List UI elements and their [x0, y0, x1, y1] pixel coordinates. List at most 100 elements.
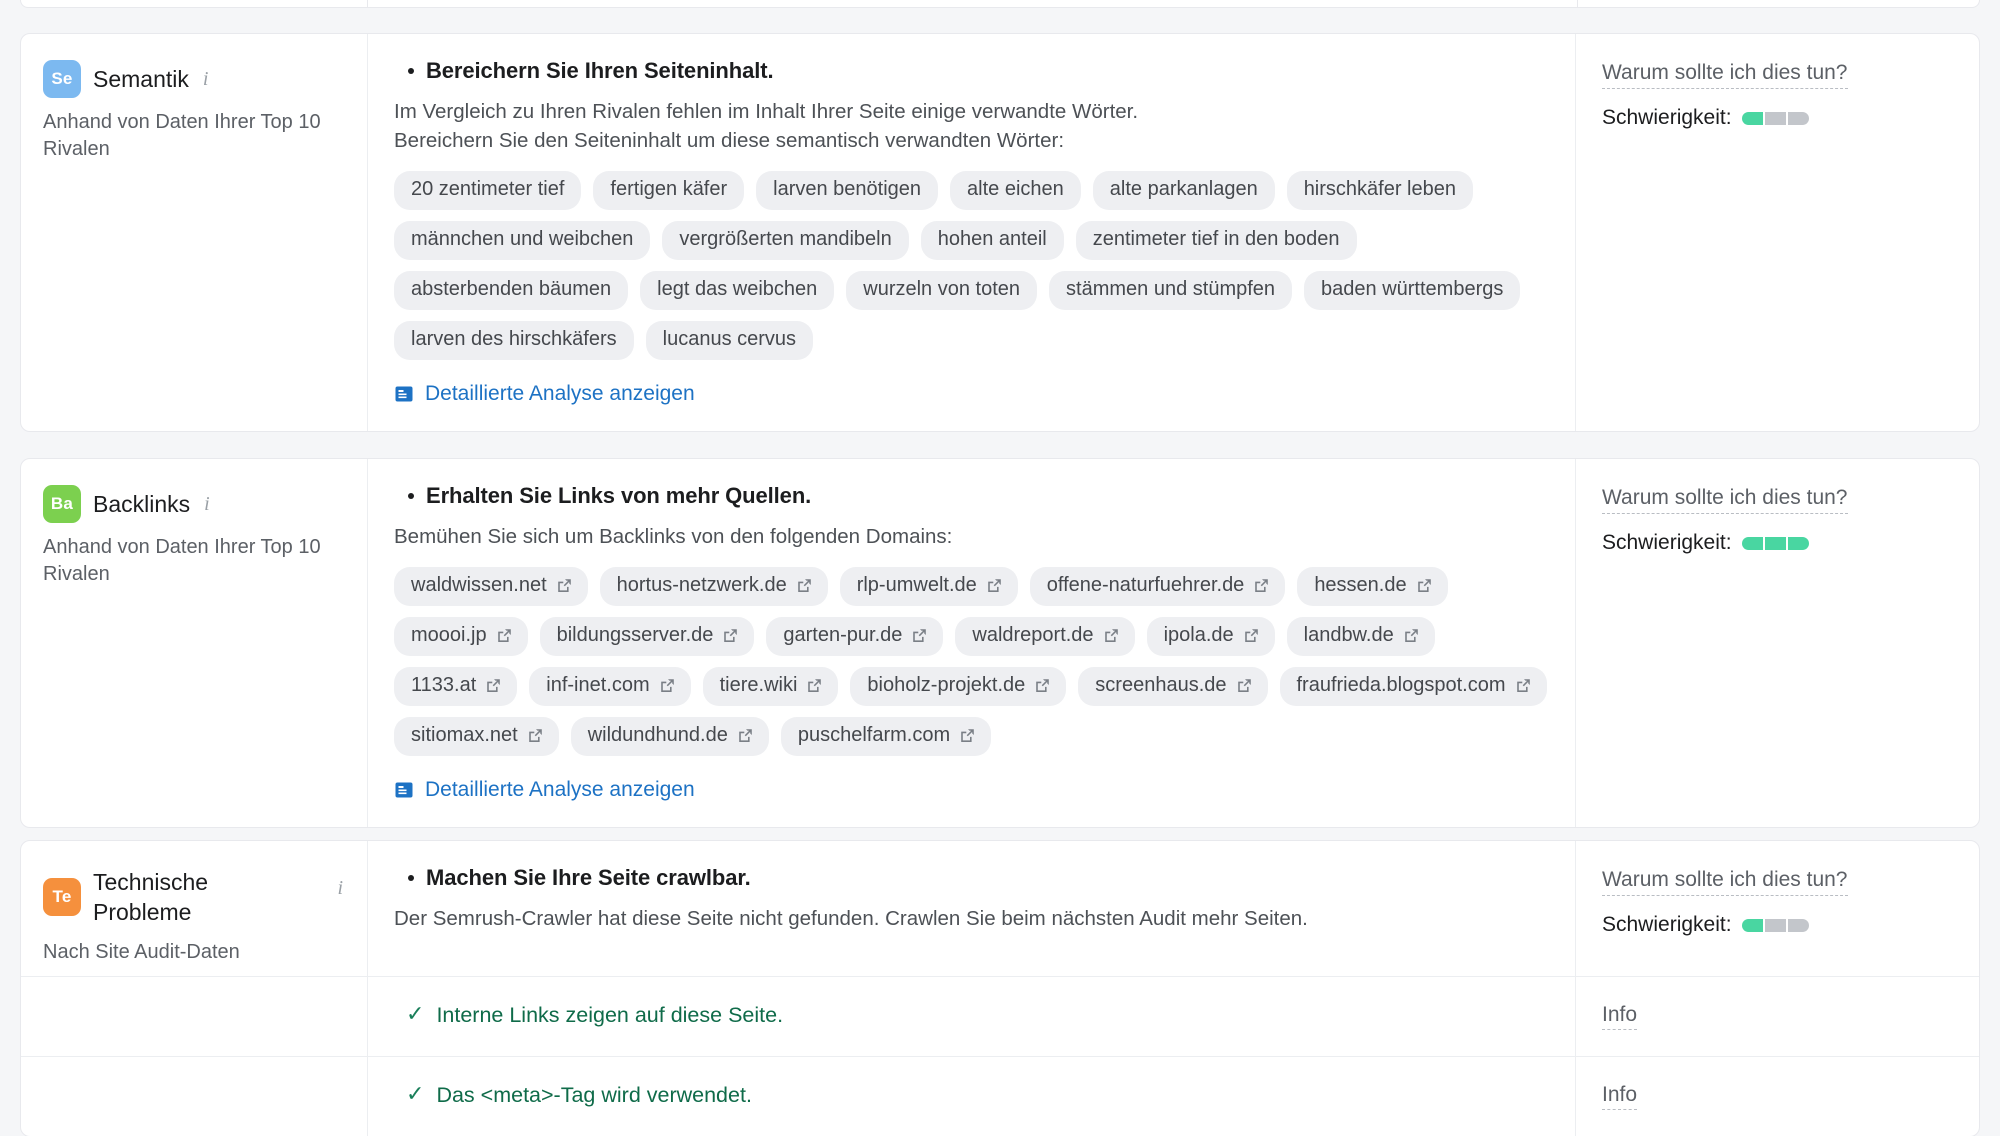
domain-tag[interactable]: puschelfarm.com: [780, 717, 992, 757]
domain-tag-label: inf-inet.com: [546, 674, 650, 697]
domain-tag-label: rlp-umwelt.de: [856, 574, 977, 597]
category-header: Ba Backlinks i: [43, 485, 343, 523]
domain-tag-label: offene-naturfuehrer.de: [1046, 574, 1245, 597]
recommendation-description: Der Semrush-Crawler hat diese Seite nich…: [394, 904, 1549, 933]
domain-tag[interactable]: landbw.de: [1286, 617, 1435, 657]
meta-column-backlinks: Warum sollte ich dies tun? Schwierigkeit…: [1575, 459, 1979, 828]
keyword-tag: larven benötigen: [756, 171, 939, 211]
keyword-tag: vergrößerten mandibeln: [662, 221, 909, 261]
card-row: Se Semantik i Anhand von Daten Ihrer Top…: [21, 34, 1979, 432]
external-link-icon: [961, 729, 974, 743]
domain-tag[interactable]: waldwissen.net: [394, 567, 588, 607]
domain-tag[interactable]: fraufrieda.blogspot.com: [1279, 667, 1547, 707]
section-card-technische-probleme: Te Technische Probleme Nach Site Audit-D…: [20, 840, 1980, 1136]
domain-tag[interactable]: sitiomax.net: [394, 717, 559, 757]
passed-check-row: ✓ Das <meta>-Tag wird verwendet.: [406, 1083, 1549, 1108]
detailed-analysis-link-backlinks[interactable]: Detaillierte Analyse anzeigen: [394, 778, 695, 802]
difficulty-label: Schwierigkeit:: [1602, 531, 1732, 555]
domain-tag[interactable]: inf-inet.com: [529, 667, 691, 707]
recommendation-content-technisch: Machen Sie Ihre Seite crawlbar. Der Semr…: [367, 841, 1575, 976]
why-link-semantik[interactable]: Warum sollte ich dies tun?: [1602, 60, 1848, 90]
keyword-tag: larven des hirschkäfers: [394, 321, 634, 361]
external-link-icon: [1104, 629, 1118, 643]
domain-tag[interactable]: wildundhund.de: [570, 717, 769, 757]
domain-tag[interactable]: garten-pur.de: [766, 617, 944, 657]
why-link-backlinks[interactable]: Warum sollte ich dies tun?: [1602, 485, 1848, 515]
external-link-icon: [1516, 679, 1530, 693]
document-icon: [395, 386, 413, 402]
bullet-icon: [408, 875, 414, 881]
domain-tag[interactable]: ipola.de: [1146, 617, 1275, 657]
keyword-tag: alte eichen: [950, 171, 1081, 211]
meta-column-check-1: Info: [1575, 976, 1979, 1056]
keyword-tag: hohen anteil: [920, 221, 1064, 261]
domain-tag[interactable]: 1133.at: [394, 667, 518, 707]
category-subtitle: Anhand von Daten Ihrer Top 10 Rivalen: [43, 536, 321, 585]
recommendation-content-semantik: Bereichern Sie Ihren Seiteninhalt. Im Ve…: [367, 34, 1575, 432]
why-link-technisch[interactable]: Warum sollte ich dies tun?: [1602, 867, 1848, 897]
domain-tag[interactable]: waldreport.de: [955, 617, 1135, 657]
category-badge-backlinks: Ba: [43, 485, 81, 523]
external-link-icon: [808, 679, 822, 693]
difficulty-segment: [1764, 111, 1786, 125]
domain-tag-label: waldreport.de: [972, 624, 1094, 647]
passed-check-row: ✓ Interne Links zeigen auf diese Seite.: [406, 1003, 1549, 1028]
recommendation-headline-row: Machen Sie Ihre Seite crawlbar.: [408, 865, 1549, 891]
category-title: Technische Probleme: [93, 869, 209, 926]
domain-tag-label: screenhaus.de: [1095, 674, 1227, 697]
info-link-check-1[interactable]: Info: [1602, 1003, 1638, 1030]
difficulty-segment: [1741, 918, 1763, 932]
recommendation-headline-row: Bereichern Sie Ihren Seiteninhalt.: [408, 58, 1549, 84]
external-link-icon: [660, 679, 674, 693]
description-line-1: Der Semrush-Crawler hat diese Seite nich…: [394, 907, 1308, 930]
domain-tag[interactable]: bioholz-projekt.de: [850, 667, 1067, 707]
domain-tag-label: tiere.wiki: [719, 674, 798, 697]
check-content-1: ✓ Interne Links zeigen auf diese Seite.: [367, 976, 1575, 1056]
category-column-semantik: Se Semantik i Anhand von Daten Ihrer Top…: [21, 34, 367, 431]
domain-tag[interactable]: hortus-netzwerk.de: [599, 567, 828, 607]
domain-tag[interactable]: bildungsserver.de: [539, 617, 755, 657]
external-link-icon: [1417, 579, 1431, 593]
difficulty-meter: [1741, 536, 1809, 550]
domain-tag[interactable]: screenhaus.de: [1078, 667, 1268, 707]
external-link-icon: [1237, 679, 1251, 693]
domain-tag-label: fraufrieda.blogspot.com: [1296, 674, 1506, 697]
domain-tag[interactable]: tiere.wiki: [702, 667, 839, 707]
detailed-analysis-label: Detaillierte Analyse anzeigen: [425, 778, 695, 802]
external-link-icon: [987, 579, 1001, 593]
bullet-icon: [408, 68, 414, 74]
domain-tag-label: puschelfarm.com: [797, 724, 951, 747]
description-line-1: Im Vergleich zu Ihren Rivalen fehlen im …: [394, 100, 1139, 123]
keyword-tag: baden württembergs: [1304, 271, 1521, 311]
meta-column-semantik: Warum sollte ich dies tun? Schwierigkeit…: [1575, 34, 1979, 432]
keyword-tag: lucanus cervus: [645, 321, 814, 361]
detailed-analysis-link-semantik[interactable]: Detaillierte Analyse anzeigen: [394, 382, 695, 406]
external-link-icon: [739, 729, 752, 743]
external-link-icon: [528, 729, 542, 743]
difficulty-segment: [1741, 111, 1763, 125]
domain-tag-label: bildungsserver.de: [556, 624, 714, 647]
category-column-technisch: Te Technische Probleme Nach Site Audit-D…: [21, 841, 367, 976]
category-column-spacer: [21, 977, 367, 1056]
external-link-icon: [913, 629, 927, 643]
keyword-tag: 20 zentimeter tief: [394, 171, 582, 211]
info-icon[interactable]: i: [203, 68, 209, 91]
info-link-check-2[interactable]: Info: [1602, 1083, 1638, 1110]
domain-tag-label: 1133.at: [411, 674, 477, 697]
domain-tag[interactable]: moooi.jp: [394, 617, 528, 657]
keyword-tag: absterbenden bäumen: [394, 271, 629, 311]
card-row-check-1: ✓ Interne Links zeigen auf diese Seite. …: [21, 975, 1979, 1056]
detailed-analysis-label: Detaillierte Analyse anzeigen: [425, 382, 695, 406]
domain-tag[interactable]: offene-naturfuehrer.de: [1029, 567, 1286, 607]
category-title: Backlinks: [93, 490, 191, 517]
category-subtitle: Anhand von Daten Ihrer Top 10 Rivalen: [43, 111, 321, 160]
domain-tag[interactable]: rlp-umwelt.de: [839, 567, 1018, 607]
domain-tag[interactable]: hessen.de: [1297, 567, 1448, 607]
external-link-icon: [1244, 629, 1258, 643]
category-column-backlinks: Ba Backlinks i Anhand von Daten Ihrer To…: [21, 459, 367, 827]
domain-tag-label: hessen.de: [1314, 574, 1407, 597]
info-icon[interactable]: i: [204, 493, 210, 516]
difficulty-segment: [1787, 536, 1809, 550]
info-icon[interactable]: i: [337, 877, 343, 900]
recommendation-content-backlinks: Erhalten Sie Links von mehr Quellen. Bem…: [367, 459, 1575, 828]
